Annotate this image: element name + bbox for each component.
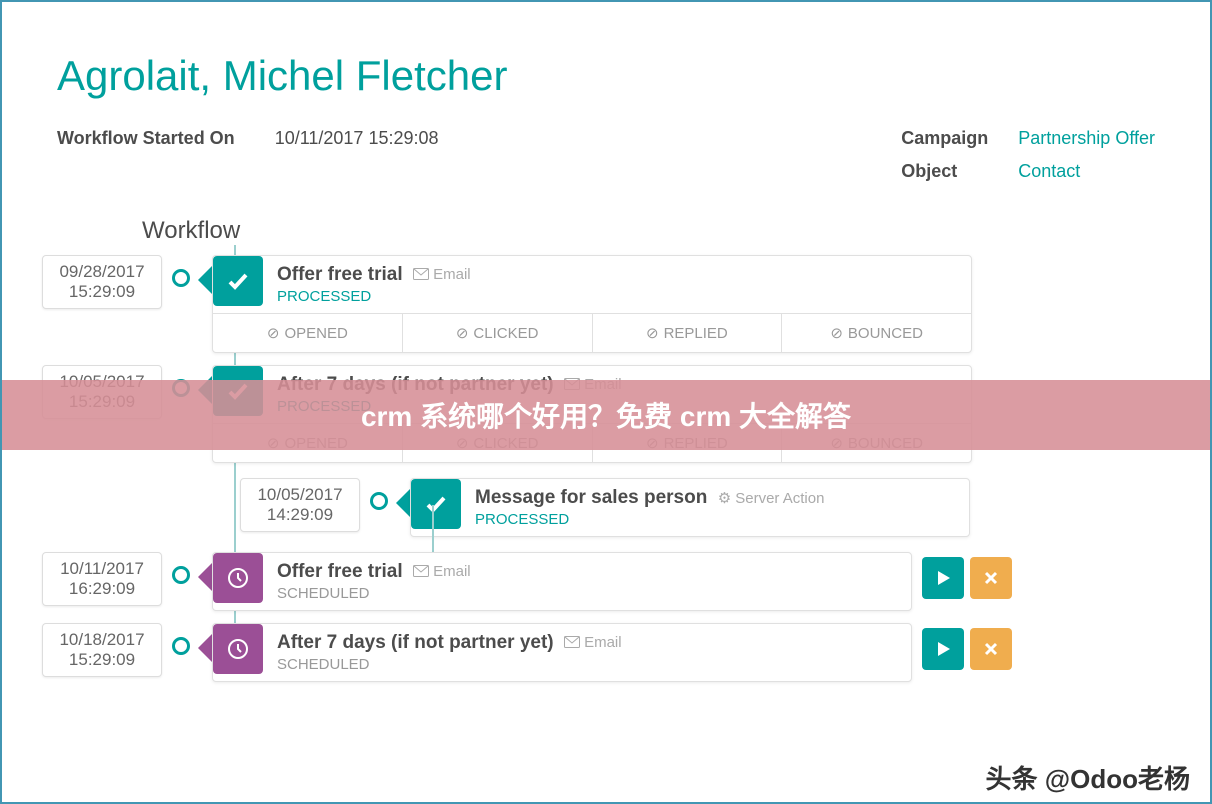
workflow-started-label: Workflow Started On — [57, 128, 235, 182]
timeline-node: 09/28/2017 15:29:09 Offer free trial Ema… — [42, 255, 1155, 353]
node-datebox: 10/18/2017 15:29:09 — [42, 623, 162, 677]
check-icon — [213, 256, 263, 306]
activity-type: Email — [413, 563, 471, 580]
metric-bounced[interactable]: ⊘BOUNCED — [782, 314, 971, 352]
metric-replied[interactable]: ⊘REPLIED — [593, 314, 783, 352]
node-datebox: 10/05/2017 14:29:09 — [240, 478, 360, 532]
clock-icon — [213, 553, 263, 603]
timeline-node: 10/18/2017 15:29:09 After 7 days (if not… — [42, 623, 1155, 682]
activity-card[interactable]: After 7 days (if not partner yet) Email … — [212, 623, 912, 682]
envelope-icon — [413, 565, 429, 577]
activity-card[interactable]: Message for sales person ⚙ Server Action… — [410, 478, 970, 537]
metric-clicked[interactable]: ⊘CLICKED — [403, 314, 593, 352]
play-icon — [936, 642, 950, 656]
metric-opened[interactable]: ⊘OPENED — [213, 314, 403, 352]
timeline: 09/28/2017 15:29:09 Offer free trial Ema… — [42, 255, 1155, 682]
timeline-dot — [172, 269, 190, 287]
activity-title: Offer free trial — [277, 264, 403, 285]
activity-type: Email — [413, 266, 471, 283]
activity-card[interactable]: Offer free trial Email PROCESSED ⊘OPENED… — [212, 255, 972, 353]
metrics-row: ⊘OPENED ⊘CLICKED ⊘REPLIED ⊘BOUNCED — [213, 313, 971, 352]
envelope-icon — [413, 268, 429, 280]
card-connector — [198, 562, 213, 592]
object-label: Object — [901, 161, 988, 182]
activity-status: PROCESSED — [475, 511, 955, 528]
campaign-label: Campaign — [901, 128, 988, 149]
play-button[interactable] — [922, 628, 964, 670]
overlay-banner: crm 系统哪个好用？免费 crm 大全解答 — [2, 380, 1210, 450]
timeline-dot — [370, 492, 388, 510]
timeline-node: 10/11/2017 16:29:09 Offer free trial Ema… — [42, 552, 1155, 611]
activity-title: After 7 days (if not partner yet) — [277, 632, 554, 653]
gear-icon: ⚙ — [718, 489, 731, 507]
envelope-icon — [564, 636, 580, 648]
timeline-dot — [172, 637, 190, 655]
play-button[interactable] — [922, 557, 964, 599]
play-icon — [936, 571, 950, 585]
activity-title: Offer free trial — [277, 561, 403, 582]
check-icon — [411, 479, 461, 529]
meta-row: Workflow Started On 10/11/2017 15:29:08 … — [57, 128, 1155, 182]
activity-type: ⚙ Server Action — [718, 489, 825, 507]
card-connector — [396, 488, 411, 518]
timeline-dot — [172, 566, 190, 584]
node-datebox: 10/11/2017 16:29:09 — [42, 552, 162, 606]
campaign-value[interactable]: Partnership Offer — [1018, 128, 1155, 149]
activity-title: Message for sales person — [475, 487, 707, 508]
activity-card[interactable]: Offer free trial Email SCHEDULED — [212, 552, 912, 611]
node-datebox: 09/28/2017 15:29:09 — [42, 255, 162, 309]
close-icon — [984, 642, 998, 656]
card-connector — [198, 633, 213, 663]
activity-status: SCHEDULED — [277, 656, 897, 673]
activity-status: SCHEDULED — [277, 585, 897, 602]
cancel-button[interactable] — [970, 557, 1012, 599]
workflow-section-label: Workflow — [142, 217, 1155, 245]
clock-icon — [213, 624, 263, 674]
page-title: Agrolait, Michel Fletcher — [57, 52, 1155, 100]
activity-type: Email — [564, 634, 622, 651]
activity-status: PROCESSED — [277, 288, 957, 305]
card-connector — [198, 265, 213, 295]
cancel-button[interactable] — [970, 628, 1012, 670]
close-icon — [984, 571, 998, 585]
object-value[interactable]: Contact — [1018, 161, 1155, 182]
timeline-nested-node: 10/05/2017 14:29:09 Message for sales pe… — [240, 478, 1155, 537]
workflow-started-value: 10/11/2017 15:29:08 — [275, 128, 439, 182]
footer-attribution: 头条 @Odoo老杨 — [986, 759, 1190, 796]
